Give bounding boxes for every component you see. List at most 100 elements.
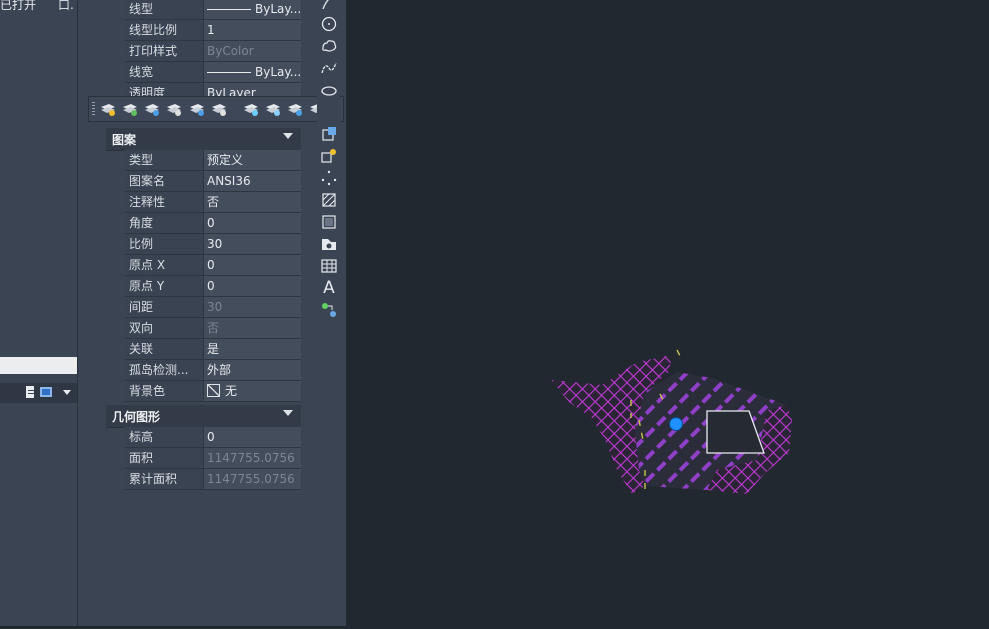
property-value[interactable]: ByColor (204, 41, 301, 61)
property-label: 累计面积 (125, 469, 204, 489)
property-row[interactable]: 线型 ByLay... (125, 0, 301, 20)
color-swatch-icon (207, 384, 220, 397)
arc-icon[interactable] (320, 0, 338, 12)
property-row[interactable]: 原点 Y0 (125, 276, 301, 297)
property-value-text: 预定义 (207, 153, 244, 167)
image-icon[interactable] (39, 385, 53, 399)
property-value[interactable]: 1147755.0756 (204, 469, 301, 489)
property-row[interactable]: 孤岛检测... 外部 (125, 360, 301, 381)
layer-unisolate-icon[interactable] (210, 100, 228, 118)
region-icon[interactable] (320, 235, 338, 253)
left-panel-input-strip[interactable] (0, 357, 77, 374)
left-panel-toolbar (0, 383, 77, 403)
property-value[interactable]: 预定义 (204, 150, 301, 170)
property-row[interactable]: 图案名 ANSI36 (125, 171, 301, 192)
property-value[interactable]: 否 (204, 318, 301, 338)
section-header-geometry[interactable]: 几何图形 (106, 405, 301, 428)
property-value[interactable]: 0 (204, 213, 301, 233)
property-row[interactable]: 线宽 ByLay... (125, 62, 301, 83)
property-value-text: 0 (207, 216, 215, 230)
section-title: 图案 (112, 133, 137, 147)
property-value[interactable]: 30 (204, 297, 301, 317)
property-value[interactable]: 0 (204, 255, 301, 275)
property-label: 类型 (125, 150, 204, 170)
property-value[interactable]: 外部 (204, 360, 301, 380)
spline-icon[interactable] (320, 59, 338, 77)
property-row[interactable]: 累计面积 1147755.0756 (125, 469, 301, 490)
property-value[interactable]: 1147755.0756 (204, 448, 301, 468)
drawing-canvas[interactable] (347, 0, 989, 626)
section-title: 几何图形 (112, 410, 161, 424)
property-value[interactable]: 0 (204, 427, 301, 447)
hatch-icon[interactable] (320, 191, 338, 209)
make-block-icon[interactable] (320, 147, 338, 165)
property-value-text: ByLay... (255, 65, 301, 79)
property-label: 面积 (125, 448, 204, 468)
table-icon[interactable] (320, 257, 338, 275)
collapse-arrow-icon[interactable] (283, 133, 293, 139)
property-label: 角度 (125, 213, 204, 233)
ellipse-icon[interactable] (320, 81, 338, 99)
property-value-text: ANSI36 (207, 174, 251, 188)
property-value[interactable]: 0 (204, 276, 301, 296)
layer-match-icon[interactable] (121, 100, 139, 118)
property-value-text: 否 (207, 321, 220, 335)
property-row[interactable]: 间距 30 (125, 297, 301, 318)
text-icon[interactable]: A (320, 279, 338, 297)
drawing-svg (551, 349, 792, 494)
section-header-pattern[interactable]: 图案 (106, 128, 301, 151)
property-row[interactable]: 标高 0 (125, 427, 301, 448)
property-row[interactable]: 面积 1147755.0756 (125, 448, 301, 469)
revision-cloud-icon[interactable] (320, 37, 338, 55)
layers-toolbar: × (88, 96, 344, 122)
property-row[interactable]: 双向否 (125, 318, 301, 339)
hatch-grip[interactable] (669, 417, 683, 431)
property-label: 原点 Y (125, 276, 204, 296)
property-value-text: 外部 (207, 363, 232, 377)
layer-icon[interactable] (99, 100, 117, 118)
property-row[interactable]: 背景色 无 (125, 381, 301, 402)
toolbar-grip[interactable] (92, 102, 95, 116)
property-value[interactable]: 是 (204, 339, 301, 359)
property-value-text: 0 (207, 258, 215, 272)
property-value[interactable]: 1 (204, 20, 301, 40)
linetype-sample (207, 72, 251, 73)
property-row[interactable]: 打印样式 ByColor (125, 41, 301, 62)
property-value-text: 1 (207, 23, 215, 37)
property-row[interactable]: 比例 30 (125, 234, 301, 255)
document-icon[interactable] (24, 385, 38, 399)
property-row[interactable]: 注释性否 (125, 192, 301, 213)
property-value[interactable]: 无 (204, 381, 301, 401)
property-label: 孤岛检测... (125, 360, 204, 380)
property-row[interactable]: 类型 预定义 (125, 150, 301, 171)
layer-lock-icon[interactable] (286, 100, 304, 118)
property-value[interactable]: 30 (204, 234, 301, 254)
property-value[interactable]: ByLay... (204, 0, 301, 19)
property-row[interactable]: 关联是 (125, 339, 301, 360)
circle-icon[interactable] (320, 15, 338, 33)
chevron-down-icon[interactable] (60, 385, 74, 399)
property-row[interactable]: 线型比例 1 (125, 20, 301, 41)
property-label: 图案名 (125, 171, 204, 191)
add-selected-icon[interactable] (320, 301, 338, 319)
property-value[interactable]: ByLay... (204, 62, 301, 82)
property-label: 背景色 (125, 381, 204, 401)
collapse-arrow-icon[interactable] (283, 410, 293, 416)
property-value[interactable]: ANSI36 (204, 171, 301, 191)
layer-isolate-icon[interactable] (165, 100, 183, 118)
layer-walk-icon[interactable] (188, 100, 206, 118)
property-row[interactable]: 原点 X0 (125, 255, 301, 276)
property-label: 线宽 (125, 62, 204, 82)
insert-block-icon[interactable] (320, 125, 338, 143)
property-value[interactable]: 否 (204, 192, 301, 212)
property-value-text: 1147755.0756 (207, 451, 295, 465)
property-value-text: ByLay... (255, 2, 301, 16)
point-icon[interactable] (320, 169, 338, 187)
property-row[interactable]: 角度 0 (125, 213, 301, 234)
property-value-text: 30 (207, 300, 223, 314)
layer-freeze-icon[interactable] (242, 100, 260, 118)
property-label: 双向 (125, 318, 204, 338)
gradient-icon[interactable] (320, 213, 338, 231)
layer-off-icon[interactable] (264, 100, 282, 118)
layer-previous-icon[interactable] (143, 100, 161, 118)
